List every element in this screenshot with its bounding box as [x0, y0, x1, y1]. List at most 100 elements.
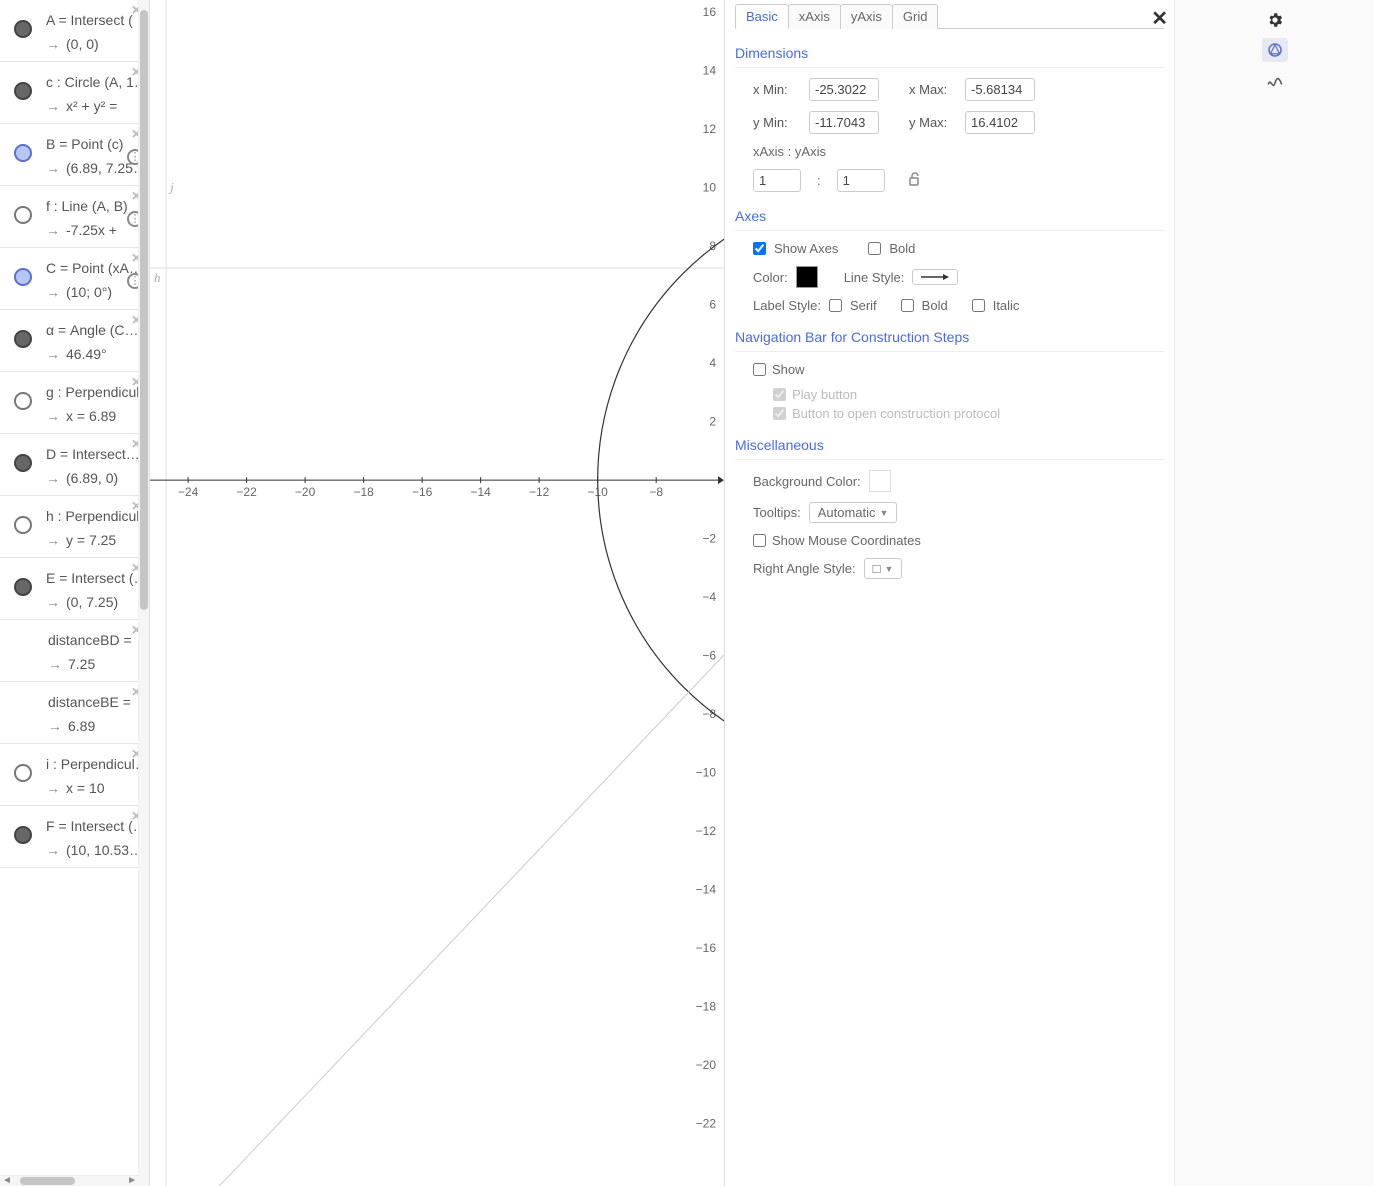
settings-panel: ✕ Basic xAxis yAxis Grid Dimensions x Mi…	[724, 0, 1174, 1186]
item-value-text: x = 10	[66, 780, 105, 796]
algebra-item-body: F = Intersect (…→(10, 10.53…	[46, 814, 143, 858]
item-value: →(10; 0°)	[46, 284, 143, 300]
visibility-toggle[interactable]	[14, 330, 32, 348]
ratio-y-input[interactable]	[837, 169, 885, 192]
svg-text:h: h	[154, 270, 161, 285]
xmax-label: x Max:	[909, 82, 957, 97]
right-angle-select[interactable]: □ ▼	[864, 558, 903, 579]
section-misc: Miscellaneous	[735, 431, 1164, 460]
visibility-toggle[interactable]	[14, 516, 32, 534]
item-definition: α = Angle (C…	[46, 322, 143, 338]
item-value-text: x² + y² =	[66, 98, 117, 114]
chevron-down-icon: ▼	[884, 564, 893, 574]
arrow-right-icon: →	[46, 346, 60, 362]
bg-color-label: Background Color:	[753, 474, 861, 489]
item-value: →(10, 10.53…	[46, 842, 143, 858]
graphics-canvas[interactable]: jh−24−22−20−18−16−14−12−10−8−22−20−18−16…	[150, 0, 724, 1186]
algebra-item-body: g : Perpendicul…→x = 6.89	[46, 380, 143, 424]
play-button-checkbox	[773, 388, 786, 401]
ymax-input[interactable]	[965, 111, 1035, 134]
open-proto-checkbox	[773, 407, 786, 420]
item-value-text: (0, 7.25)	[66, 594, 118, 610]
serif-checkbox[interactable]	[829, 299, 842, 312]
open-proto-label: Button to open construction protocol	[792, 406, 1000, 421]
algebra-item[interactable]: h : Perpendicul…→y = 7.25×	[0, 496, 149, 558]
scrollbar-horizontal[interactable]: ◄ ►	[0, 1175, 139, 1186]
scrollbar-thumb[interactable]	[20, 1177, 75, 1185]
show-mouse-checkbox[interactable]	[753, 534, 766, 547]
svg-text:−18: −18	[696, 1000, 717, 1014]
xmin-input[interactable]	[809, 78, 879, 101]
algebra-item[interactable]: A = Intersect (→(0, 0)×	[0, 0, 149, 62]
svg-text:−8: −8	[649, 485, 663, 499]
algebra-item[interactable]: B = Point (c)→(6.89, 7.25…×⋮	[0, 124, 149, 186]
visibility-toggle[interactable]	[14, 82, 32, 100]
scroll-left-icon[interactable]: ◄	[2, 1175, 12, 1186]
item-definition: A = Intersect (	[46, 12, 143, 28]
tooltips-select[interactable]: Automatic ▼	[809, 502, 898, 523]
svg-text:−14: −14	[470, 485, 491, 499]
scrollbar-vertical[interactable]	[138, 0, 149, 1186]
nav-show-checkbox[interactable]	[753, 363, 766, 376]
item-definition: g : Perpendicul…	[46, 384, 143, 400]
graphics2-icon[interactable]	[1262, 68, 1288, 92]
axes-color-label: Color:	[753, 270, 788, 285]
visibility-toggle[interactable]	[14, 206, 32, 224]
visibility-toggle[interactable]	[14, 392, 32, 410]
algebra-item[interactable]: i : Perpendicul…→x = 10×	[0, 744, 149, 806]
algebra-item[interactable]: distanceBD =→7.25×	[0, 620, 149, 682]
visibility-toggle[interactable]	[14, 764, 32, 782]
svg-text:−20: −20	[696, 1058, 717, 1072]
algebra-item[interactable]: D = Intersect…→(6.89, 0)×	[0, 434, 149, 496]
item-definition: C = Point (xA…	[46, 260, 143, 276]
arrow-right-icon: →	[46, 594, 60, 610]
arrow-right-icon: →	[46, 160, 60, 176]
show-axes-checkbox[interactable]	[753, 242, 766, 255]
tab-xaxis[interactable]: xAxis	[788, 4, 841, 29]
item-value: →-7.25x +	[46, 222, 143, 238]
algebra-list: A = Intersect (→(0, 0)×c : Circle (A, 1……	[0, 0, 149, 868]
italic-checkbox[interactable]	[972, 299, 985, 312]
algebra-item[interactable]: distanceBE =→6.89×	[0, 682, 149, 744]
algebra-item[interactable]: C = Point (xA…→(10; 0°)×⋮	[0, 248, 149, 310]
algebra-item[interactable]: α = Angle (C…→46.49°×	[0, 310, 149, 372]
xmin-label: x Min:	[753, 82, 801, 97]
tab-basic[interactable]: Basic	[735, 4, 789, 29]
scrollbar-thumb[interactable]	[140, 10, 148, 610]
graphics1-icon[interactable]	[1262, 38, 1288, 62]
xmax-input[interactable]	[965, 78, 1035, 101]
item-value-text: 7.25	[68, 656, 95, 672]
algebra-item[interactable]: f : Line (A, B)→-7.25x +×⋮	[0, 186, 149, 248]
close-icon[interactable]: ✕	[1151, 6, 1168, 31]
bold-checkbox[interactable]	[901, 299, 914, 312]
visibility-toggle[interactable]	[14, 454, 32, 472]
algebra-item-body: A = Intersect (→(0, 0)	[46, 8, 143, 52]
visibility-toggle[interactable]	[14, 826, 32, 844]
arrow-right-icon: →	[48, 718, 62, 734]
scroll-right-icon[interactable]: ►	[127, 1175, 137, 1186]
ratio-x-input[interactable]	[753, 169, 801, 192]
tooltips-value: Automatic	[818, 505, 876, 520]
item-value-text: x = 6.89	[66, 408, 116, 424]
axes-bold-checkbox[interactable]	[868, 242, 881, 255]
item-definition: E = Intersect (…	[46, 570, 143, 586]
lock-open-icon[interactable]	[907, 171, 923, 191]
visibility-toggle[interactable]	[14, 144, 32, 162]
gear-icon[interactable]	[1262, 8, 1288, 32]
algebra-item[interactable]: c : Circle (A, 1…→x² + y² =×	[0, 62, 149, 124]
line-style-select[interactable]	[912, 269, 958, 285]
algebra-item[interactable]: F = Intersect (…→(10, 10.53…×	[0, 806, 149, 868]
algebra-item[interactable]: E = Intersect (…→(0, 7.25)×	[0, 558, 149, 620]
label-style-label: Label Style:	[753, 298, 821, 313]
ymin-input[interactable]	[809, 111, 879, 134]
tab-grid[interactable]: Grid	[892, 4, 939, 29]
tab-yaxis[interactable]: yAxis	[840, 4, 893, 29]
visibility-toggle[interactable]	[14, 578, 32, 596]
algebra-item[interactable]: g : Perpendicul…→x = 6.89×	[0, 372, 149, 434]
visibility-toggle[interactable]	[14, 20, 32, 38]
bg-color-swatch[interactable]	[869, 470, 891, 492]
graphics-view[interactable]: jh−24−22−20−18−16−14−12−10−8−22−20−18−16…	[150, 0, 724, 1186]
tooltips-label: Tooltips:	[753, 505, 801, 520]
visibility-toggle[interactable]	[14, 268, 32, 286]
axes-color-swatch[interactable]	[796, 266, 818, 288]
